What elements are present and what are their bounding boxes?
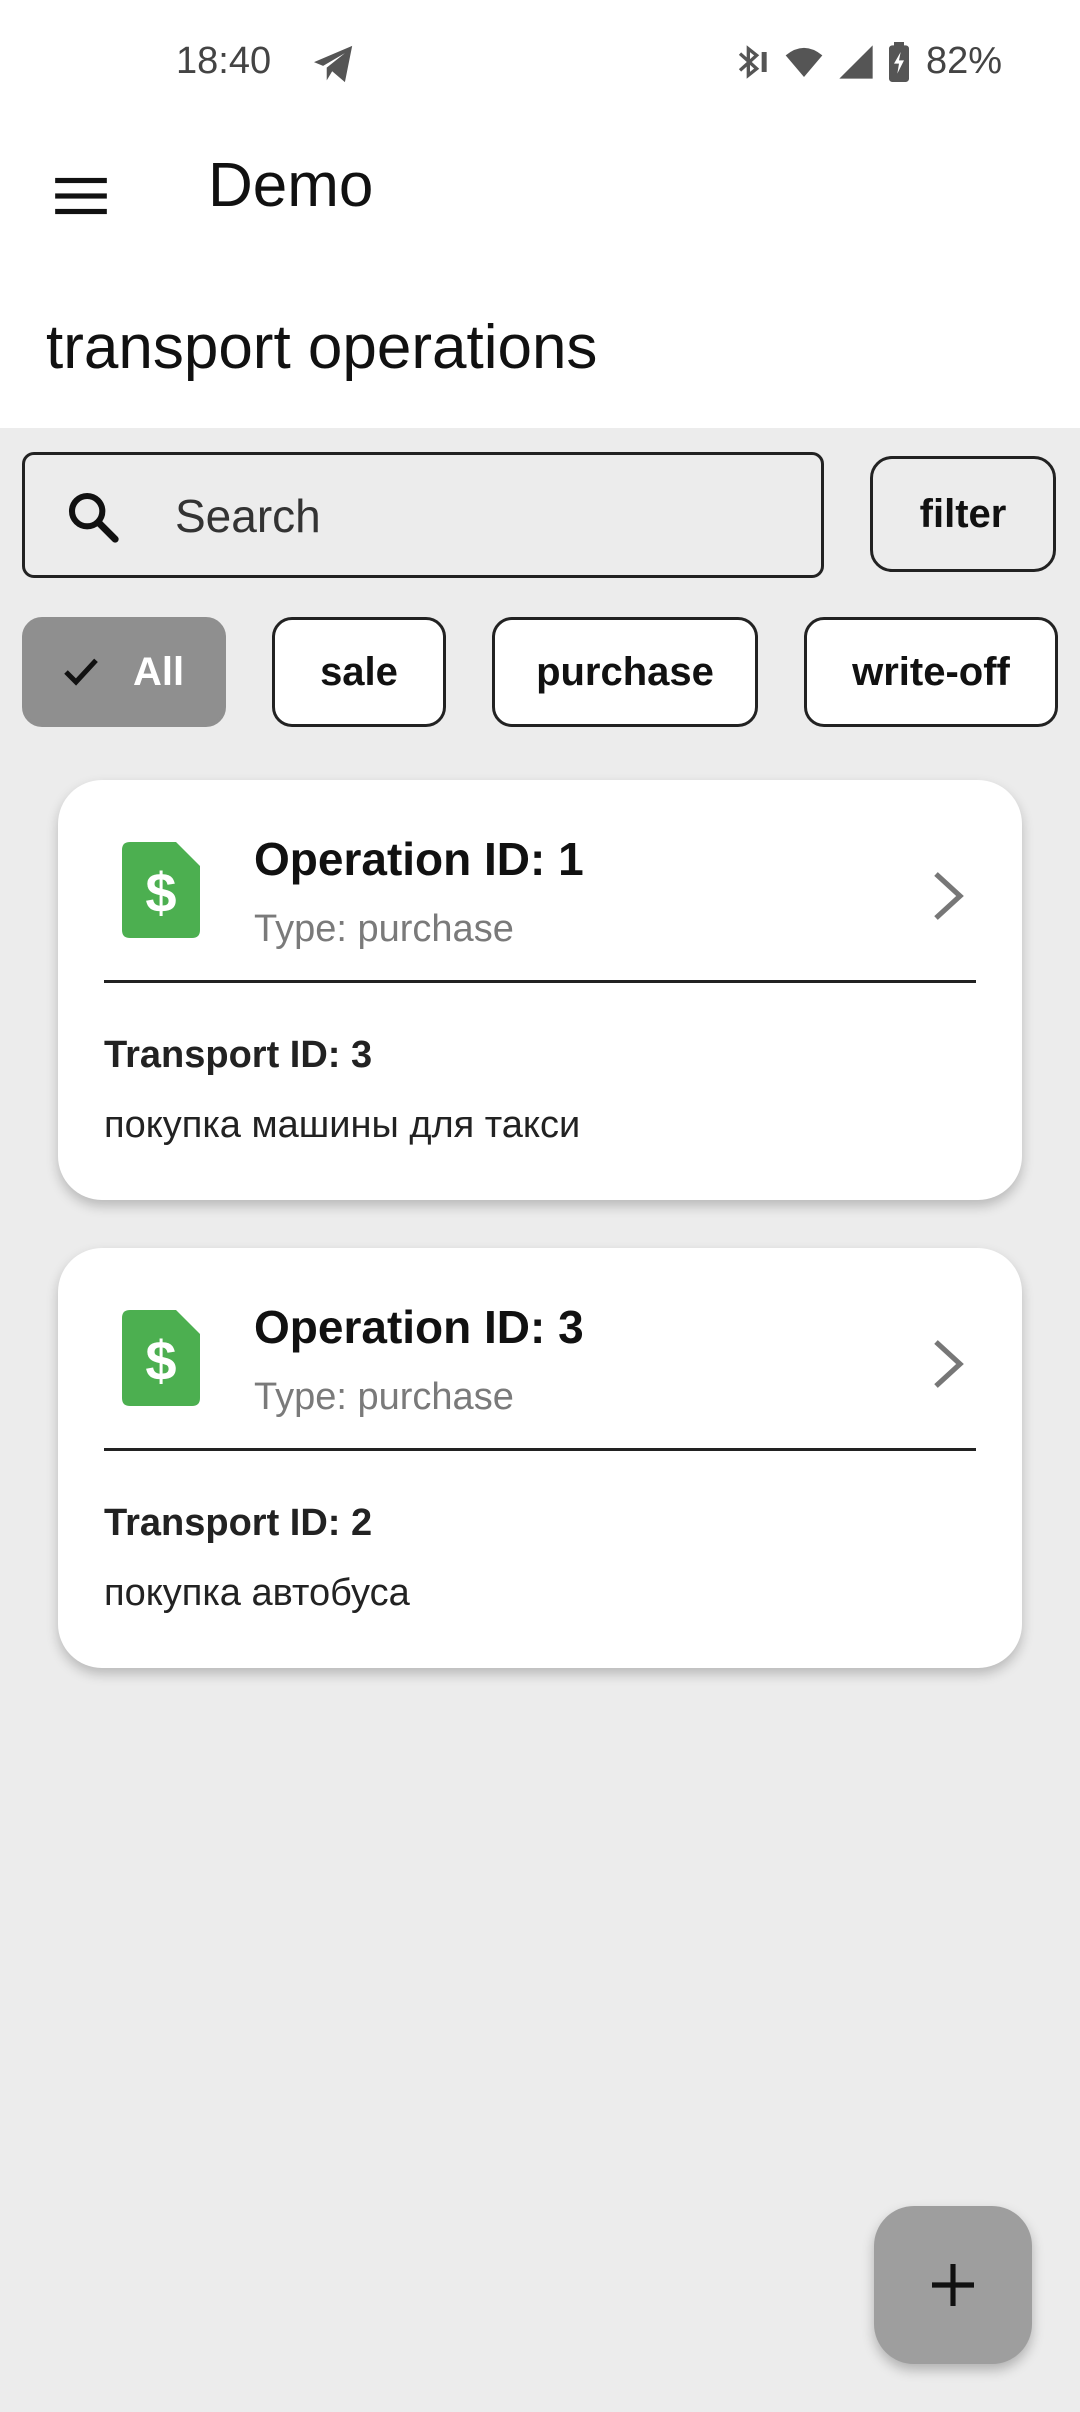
status-bar: 18:40 82% — [0, 0, 1080, 130]
chip-label: All — [133, 649, 185, 694]
battery-percentage: 82% — [925, 40, 1002, 82]
page-header: transport operations — [0, 280, 1080, 428]
operation-id: Operation ID: 3 — [254, 1301, 584, 1353]
chip-all[interactable]: All — [22, 617, 226, 727]
divider — [104, 980, 976, 983]
transport-id: Transport ID: 3 — [104, 1034, 373, 1076]
chevron-right-icon[interactable] — [928, 870, 968, 922]
operation-type: Type: purchase — [254, 908, 514, 950]
bluetooth-icon — [738, 44, 767, 79]
search-icon — [68, 492, 119, 543]
app-title: Demo — [208, 151, 374, 220]
divider — [104, 1448, 976, 1451]
page-title: transport operations — [46, 313, 598, 382]
filter-button[interactable]: filter — [870, 456, 1056, 572]
operation-card[interactable]: $ Operation ID: 3 Type: purchase Transpo… — [58, 1248, 1022, 1668]
chip-purchase[interactable]: purchase — [492, 617, 758, 727]
telegram-icon — [314, 45, 353, 83]
transport-id: Transport ID: 2 — [104, 1502, 373, 1544]
search-input[interactable] — [175, 485, 795, 547]
operation-description: покупка автобуса — [104, 1572, 410, 1614]
plus-icon — [932, 2264, 974, 2306]
check-icon — [64, 658, 98, 686]
battery-charging-icon — [888, 41, 909, 82]
receipt-dollar-icon: $ — [122, 842, 200, 938]
chip-sale[interactable]: sale — [272, 617, 446, 727]
receipt-dollar-icon: $ — [122, 1310, 200, 1406]
operation-id: Operation ID: 1 — [254, 833, 584, 885]
status-time: 18:40 — [176, 40, 272, 82]
chip-label: purchase — [536, 649, 714, 694]
search-box[interactable] — [22, 452, 824, 578]
operation-card[interactable]: $ Operation ID: 1 Type: purchase Transpo… — [58, 780, 1022, 1200]
app-bar: Demo — [0, 130, 1080, 300]
chip-label: write-off — [852, 649, 1010, 694]
add-operation-button[interactable] — [874, 2206, 1032, 2364]
svg-text:$: $ — [145, 1329, 176, 1392]
wifi-icon — [785, 47, 823, 77]
menu-icon[interactable] — [50, 165, 112, 227]
chip-label: sale — [320, 649, 398, 694]
status-icons: 82% — [728, 40, 1002, 83]
operation-type: Type: purchase — [254, 1376, 514, 1418]
signal-icon — [839, 44, 873, 79]
svg-text:$: $ — [145, 861, 176, 924]
chevron-right-icon[interactable] — [928, 1338, 968, 1390]
chip-write-off[interactable]: write-off — [804, 617, 1058, 727]
operation-description: покупка машины для такси — [104, 1104, 581, 1146]
